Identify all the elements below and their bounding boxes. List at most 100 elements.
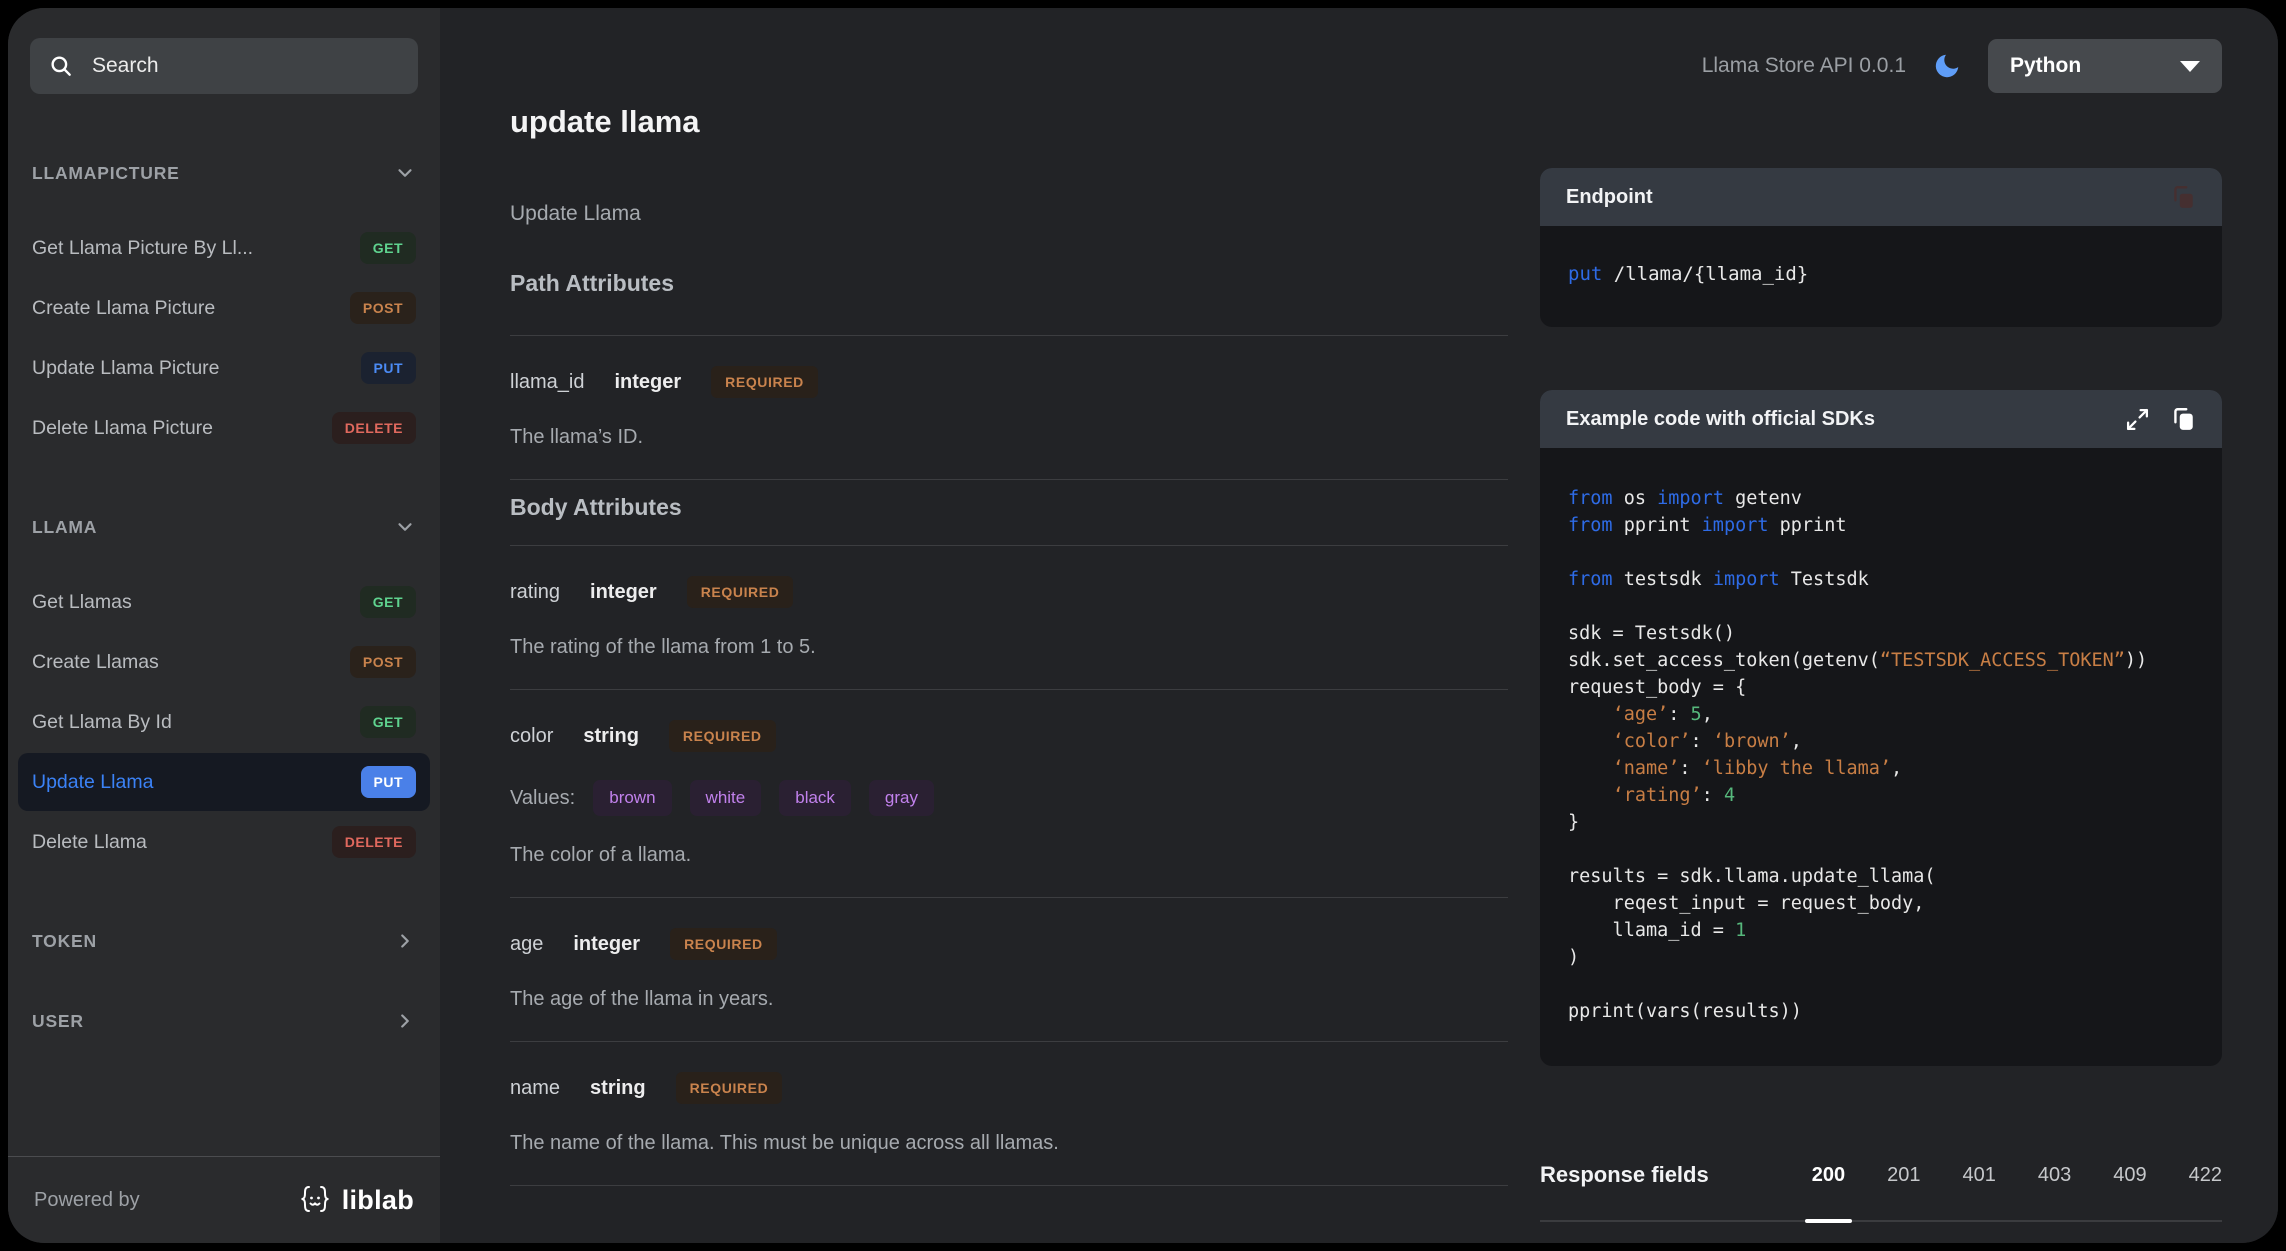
endpoint-subtitle: Update Llama: [510, 202, 1508, 226]
sidebar-item-update-llama[interactable]: Update LlamaPUT: [18, 753, 430, 811]
attribute-description: The rating of the llama from 1 to 5.: [510, 636, 1508, 659]
required-badge: REQUIRED: [711, 366, 818, 398]
divider: [510, 1041, 1508, 1042]
sidebar-item-label: Get Llama By Id: [32, 711, 172, 734]
sidebar-item-label: Delete Llama Picture: [32, 417, 213, 440]
code-line: from testsdk import Testsdk: [1568, 566, 2194, 593]
sidebar-item-get-llamas[interactable]: Get LlamasGET: [18, 573, 430, 631]
attribute-name: rating: [510, 581, 560, 604]
response-tabs-line: [1540, 1220, 2222, 1222]
sidebar-item-get-llama-picture-by-ll-[interactable]: Get Llama Picture By Ll...GET: [18, 219, 430, 277]
response-tab-403[interactable]: 403: [2038, 1164, 2071, 1187]
response-tab-201[interactable]: 201: [1887, 1164, 1920, 1187]
code-line: ‘age’: 5,: [1568, 701, 2194, 728]
example-card-header: Example code with official SDKs: [1540, 390, 2222, 448]
method-badge: GET: [360, 706, 416, 738]
response-tab-401[interactable]: 401: [1963, 1164, 1996, 1187]
endpoint-card: Endpoint put /llama/{llama_id}: [1540, 168, 2222, 327]
endpoint-card-header: Endpoint: [1540, 168, 2222, 226]
code-line: }: [1568, 809, 2194, 836]
sidebar-item-create-llamas[interactable]: Create Llamas POST: [18, 633, 430, 691]
section-header-user[interactable]: USER: [18, 1007, 430, 1035]
copy-icon[interactable]: [2170, 406, 2196, 432]
copy-icon[interactable]: [2170, 184, 2196, 210]
attribute-name: name: [510, 1077, 560, 1100]
section-heading: Body Attributes: [510, 494, 1508, 521]
attribute-row: namestringREQUIRED: [510, 1072, 1508, 1104]
powered-by-label: Powered by: [34, 1189, 140, 1212]
response-tab-409[interactable]: 409: [2113, 1164, 2146, 1187]
code-line: [1568, 971, 2194, 998]
method-badge: POST: [350, 646, 416, 678]
active-tab-indicator: [1805, 1219, 1852, 1223]
value-chip: white: [690, 780, 762, 816]
theme-toggle[interactable]: [1932, 51, 1962, 81]
sidebar-nav: LLAMAPICTUREGet Llama Picture By Ll...GE…: [18, 159, 430, 1035]
sidebar-item-label: Create Llamas: [32, 651, 159, 674]
example-code-card: Example code with official SDKs: [1540, 390, 2222, 1066]
section-header-llamapicture[interactable]: LLAMAPICTURE: [18, 159, 430, 187]
method-badge: PUT: [361, 766, 417, 798]
nav-section: TOKEN: [18, 927, 430, 955]
attribute-row: colorstringREQUIRED: [510, 720, 1508, 752]
attribute-description: The name of the llama. This must be uniq…: [510, 1132, 1508, 1155]
code-line: from pprint import pprint: [1568, 512, 2194, 539]
attribute-name: color: [510, 725, 553, 748]
sidebar-item-label: Update Llama Picture: [32, 357, 220, 380]
response-tab-422[interactable]: 422: [2189, 1164, 2222, 1187]
sidebar-item-update-llama-picture[interactable]: Update Llama PicturePUT: [18, 339, 430, 397]
endpoint-card-title: Endpoint: [1566, 186, 1653, 209]
sidebar-item-label: Get Llamas: [32, 591, 132, 614]
sidebar-item-label: Get Llama Picture By Ll...: [32, 237, 253, 260]
section-items: Get Llama Picture By Ll...GETCreate Llam…: [18, 219, 430, 459]
nav-section: USER: [18, 1007, 430, 1035]
nav-section: LLAMAPICTURE Get Llama Picture By Ll...GE…: [18, 159, 430, 459]
code-line: ): [1568, 944, 2194, 971]
expand-icon[interactable]: [2125, 407, 2150, 432]
required-badge: REQUIRED: [676, 1072, 783, 1104]
value-chip: brown: [593, 780, 671, 816]
attribute-description: The age of the llama in years.: [510, 988, 1508, 1011]
response-tab-200[interactable]: 200: [1812, 1164, 1845, 1187]
liblab-logo[interactable]: liblab: [297, 1183, 414, 1217]
sidebar-item-delete-llama[interactable]: Delete LlamaDELETE: [18, 813, 430, 871]
code-line: ‘rating’: 4: [1568, 782, 2194, 809]
sidebar-item-get-llama-by-id[interactable]: Get Llama By Id GET: [18, 693, 430, 751]
required-badge: REQUIRED: [687, 576, 794, 608]
language-selector[interactable]: Python: [1988, 39, 2222, 93]
attribute-description: The color of a llama.: [510, 844, 1508, 867]
divider: [510, 479, 1508, 480]
chevron-down-icon: [394, 162, 416, 184]
section-label: LLAMA: [32, 517, 97, 538]
sidebar-item-label: Create Llama Picture: [32, 297, 215, 320]
divider: [510, 689, 1508, 690]
response-fields-title: Response fields: [1540, 1162, 1709, 1188]
attribute-row: rating integer REQUIRED: [510, 576, 1508, 608]
sidebar-item-create-llama-picture[interactable]: Create Llama Picture POST: [18, 279, 430, 337]
section-header-llama[interactable]: LLAMA: [18, 513, 430, 541]
code-line: [1568, 593, 2194, 620]
value-chip: black: [779, 780, 851, 816]
attribute-sections: Path Attributesllama_idintegerREQUIREDTh…: [510, 270, 1508, 1186]
search-box[interactable]: [30, 38, 418, 94]
attribute-type: integer: [590, 581, 657, 604]
search-input[interactable]: [90, 53, 400, 79]
response-fields-section: Response fields 200 201 401 403 409 422: [1540, 1162, 2222, 1222]
right-column: Llama Store API 0.0.1 Python Endpoint: [1540, 8, 2222, 1222]
section-header-token[interactable]: TOKEN: [18, 927, 430, 955]
nav-section: LLAMAGet LlamasGETCreate LlamasPOSTGet L…: [18, 513, 430, 873]
code-line: request_body = {: [1568, 674, 2194, 701]
attribute-type: integer: [614, 371, 681, 394]
section-label: USER: [32, 1011, 84, 1032]
value-chip: gray: [869, 780, 934, 816]
attribute-row: llama_idintegerREQUIRED: [510, 366, 1508, 398]
attribute-row: ageintegerREQUIRED: [510, 928, 1508, 960]
section-label: TOKEN: [32, 931, 97, 952]
method-badge: DELETE: [332, 826, 416, 858]
method-badge: POST: [350, 292, 416, 324]
sidebar-item-delete-llama-picture[interactable]: Delete Llama PictureDELETE: [18, 399, 430, 457]
code-line: sdk = Testsdk(): [1568, 620, 2194, 647]
chevron-right-icon: [394, 1010, 416, 1032]
attribute-description: The llama’s ID.: [510, 426, 1508, 449]
code-block: from os import getenvfrom pprint import …: [1540, 448, 2222, 1066]
